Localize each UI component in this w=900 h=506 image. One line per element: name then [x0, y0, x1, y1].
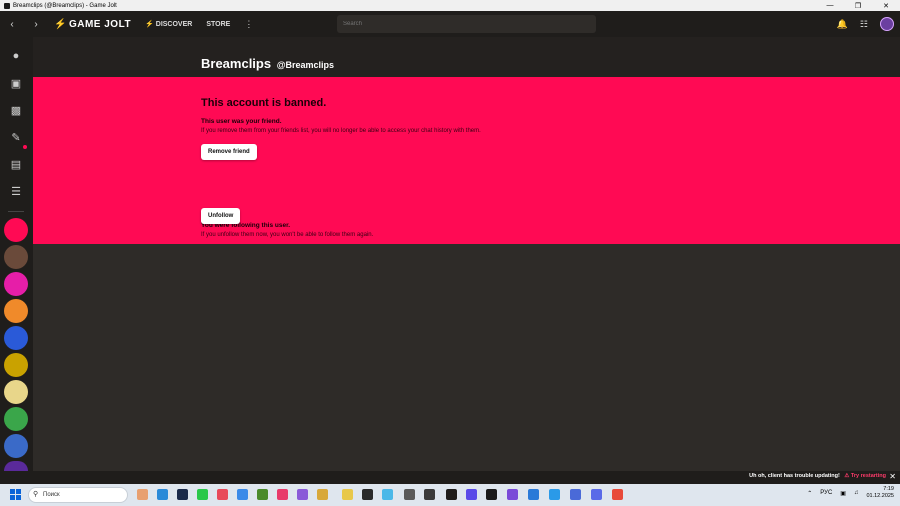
community-icon[interactable]: [4, 299, 28, 323]
vscode-icon[interactable]: [528, 489, 539, 500]
nav-discover[interactable]: ⚡ DISCOVER: [145, 20, 192, 29]
app-icon[interactable]: [237, 489, 248, 500]
update-notice: Uh oh, client has trouble updating! ⚠ Tr…: [0, 471, 900, 484]
restart-link[interactable]: ⚠ Try restarting: [844, 473, 886, 479]
user-avatar[interactable]: [880, 17, 894, 31]
community-icon[interactable]: [4, 272, 28, 296]
window-controls: — ❐ ✕: [816, 0, 900, 11]
remove-friend-button[interactable]: Remove friend: [201, 144, 257, 160]
banned-panel: This account is banned. This user was yo…: [33, 77, 900, 244]
language-indicator[interactable]: РУС: [820, 490, 832, 496]
community-icon[interactable]: [4, 380, 28, 404]
app-icon: [4, 2, 10, 9]
follow-text: If you unfollow them now, you won't be a…: [201, 232, 374, 238]
telegram-icon[interactable]: [549, 489, 560, 500]
close-notice-icon[interactable]: ✕: [889, 472, 896, 481]
app-icon[interactable]: [486, 489, 497, 500]
app-icon[interactable]: [424, 489, 435, 500]
app-icon[interactable]: [137, 489, 148, 500]
clock[interactable]: 7:19 01.12.2025: [866, 486, 894, 500]
discord-icon[interactable]: [591, 489, 602, 500]
main-content: Breamclips @Breamclips This account is b…: [33, 37, 900, 471]
community-icon[interactable]: [4, 461, 28, 471]
taskbar-search[interactable]: ⚲ Поиск: [28, 487, 128, 503]
sidebar-divider: [8, 211, 24, 212]
app-icon[interactable]: [342, 489, 353, 500]
app-icon[interactable]: [297, 489, 308, 500]
app-icon[interactable]: [197, 489, 208, 500]
sidebar: ● ▣ ▩ ✎ ▤ ☰: [0, 37, 33, 471]
unfollow-button[interactable]: Unfollow: [201, 208, 241, 224]
notification-dot: [23, 145, 27, 149]
discover-icon: ⚡: [145, 21, 154, 28]
nav-store[interactable]: STORE: [206, 21, 230, 28]
tray-chevron-icon[interactable]: ⌃: [807, 490, 812, 497]
app-icon[interactable]: [570, 489, 581, 500]
forward-arrow-icon[interactable]: ›: [24, 11, 48, 37]
top-nav: ‹ › ⚡ GAME JOLT ⚡ DISCOVER STORE ⋮ 🔔 ☷: [0, 11, 900, 37]
bell-icon[interactable]: 🔔: [837, 19, 848, 30]
store-icon[interactable]: ▣: [4, 72, 28, 94]
banned-title: This account is banned.: [201, 97, 327, 109]
community-icon[interactable]: [4, 218, 28, 242]
bolt-icon: ⚡: [54, 18, 67, 30]
profile-name: Breamclips @Breamclips: [201, 56, 335, 71]
friend-text: If you remove them from your friends lis…: [201, 128, 481, 134]
app-icon[interactable]: [257, 489, 268, 500]
app-icon[interactable]: [317, 489, 328, 500]
library-icon[interactable]: ☰: [4, 180, 28, 202]
friend-heading: This user was your friend.: [201, 118, 282, 125]
taskbar: ⚲ Поиск ⌃ РУС ▣ ♫ 7:19 01.12.2025: [0, 484, 900, 506]
community-icon[interactable]: [4, 407, 28, 431]
app-icon[interactable]: [507, 489, 518, 500]
system-tray: ⌃ РУС ▣ ♫ 7:19 01.12.2025: [807, 486, 894, 500]
community-icon[interactable]: [4, 353, 28, 377]
window-titlebar: Breamclips (@Breamclips) - Game Jolt — ❐…: [0, 0, 900, 11]
app-icon[interactable]: [277, 489, 288, 500]
app-icon[interactable]: [404, 489, 415, 500]
profile-handle: @Breamclips: [276, 60, 335, 70]
chat-icon[interactable]: ▤: [4, 153, 28, 175]
community-icon[interactable]: [4, 434, 28, 458]
network-icon[interactable]: ▣: [840, 490, 846, 497]
notice-message: Uh oh, client has trouble updating! ⚠ Tr…: [749, 473, 886, 479]
home-icon[interactable]: ●: [4, 45, 28, 67]
search-icon: ⚲: [33, 491, 39, 498]
volume-icon[interactable]: ♫: [854, 490, 859, 496]
community-icon[interactable]: [4, 245, 28, 269]
app-icon[interactable]: [362, 489, 373, 500]
yandex-icon[interactable]: [612, 489, 623, 500]
gamejolt-taskbar-icon[interactable]: [446, 489, 457, 500]
community-icon[interactable]: [4, 326, 28, 350]
app-icon[interactable]: [466, 489, 477, 500]
steam-icon[interactable]: [177, 489, 188, 500]
more-menu-icon[interactable]: ⋮: [244, 19, 253, 30]
search-input[interactable]: [337, 15, 596, 33]
backpack-icon[interactable]: ▩: [4, 99, 28, 121]
app-icon[interactable]: [382, 489, 393, 500]
restore-icon[interactable]: ❐: [844, 0, 872, 11]
gamejolt-logo[interactable]: ⚡ GAME JOLT: [54, 19, 131, 30]
edge-icon[interactable]: [157, 489, 168, 500]
windows-start-icon[interactable]: [10, 489, 21, 500]
window-title: Breamclips (@Breamclips) - Game Jolt: [13, 2, 117, 9]
profile-header: Breamclips @Breamclips: [33, 37, 900, 77]
friends-icon[interactable]: ☷: [860, 19, 868, 30]
app-icon[interactable]: [217, 489, 228, 500]
close-icon[interactable]: ✕: [872, 0, 900, 11]
back-arrow-icon[interactable]: ‹: [0, 11, 24, 37]
minimize-icon[interactable]: —: [816, 0, 844, 11]
